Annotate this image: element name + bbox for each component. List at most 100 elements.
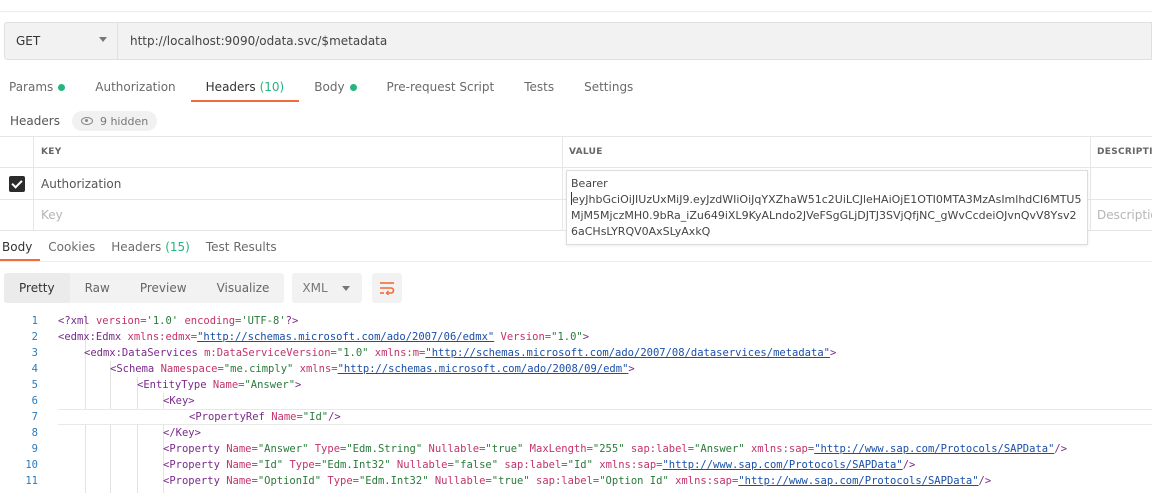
column-header-value: VALUE (563, 137, 1091, 167)
tab-label: Headers (205, 80, 256, 94)
headers-title: Headers (10, 114, 60, 128)
code-text: <edmx:DataServices m:DataServiceVersion=… (84, 347, 837, 359)
tab-params[interactable]: Params (0, 72, 80, 102)
hidden-count-label: 9 hidden (99, 114, 149, 128)
top-divider (0, 0, 1152, 12)
header-check-cell (0, 137, 34, 167)
row-enabled-checkbox[interactable] (8, 175, 25, 192)
mode-raw-button[interactable]: Raw (70, 273, 125, 303)
tab-label: Params (9, 80, 54, 94)
tab-label: Authorization (95, 80, 176, 94)
line-number: 5 (31, 379, 38, 391)
code-text: <Key> (163, 395, 195, 407)
mode-preview-button[interactable]: Preview (125, 273, 202, 303)
tab-label: Body (2, 240, 33, 254)
url-text: http://localhost:9090/odata.svc/$metadat… (130, 34, 388, 48)
code-text: <Property Name="Id" Type="Edm.Int32" Nul… (163, 459, 916, 471)
value-line-bearer: Bearer (571, 177, 608, 190)
status-dot-icon (349, 83, 357, 91)
row-check-cell (0, 168, 34, 199)
description-placeholder: Description (1097, 208, 1152, 222)
chevron-down-icon (342, 286, 351, 291)
hidden-headers-toggle[interactable]: 9 hidden (71, 111, 158, 131)
request-url-bar: GET http://localhost:9090/odata.svc/$met… (4, 22, 1152, 60)
code-line: 8 </Key> (0, 425, 1152, 441)
response-tabs: Body Cookies Headers (15) Test Results (0, 233, 285, 261)
chevron-down-icon (99, 37, 107, 42)
code-line: 3 <edmx:DataServices m:DataServiceVersio… (0, 345, 1152, 361)
code-line: 4 <Schema Namespace="me.cimply" xmlns="h… (0, 361, 1152, 377)
token-text: eyJhbGciOiJIUzUxMiJ9.eyJzdWIiOiJqYXZhaW5… (571, 193, 1082, 238)
line-number: 2 (31, 331, 38, 343)
new-description-input[interactable]: Description (1091, 200, 1152, 230)
response-tab-cookies[interactable]: Cookies (40, 233, 103, 261)
mode-pretty-button[interactable]: Pretty (4, 273, 70, 303)
tab-label: Settings (584, 80, 634, 94)
key-placeholder: Key (41, 208, 63, 222)
status-dot-icon (58, 83, 66, 91)
response-tab-test-results[interactable]: Test Results (198, 233, 285, 261)
tab-count-badge: (15) (165, 240, 190, 254)
method-label: GET (16, 34, 41, 48)
key-text: Authorization (41, 176, 122, 191)
column-header-description: DESCRIPTION (1097, 147, 1152, 157)
code-line: 9 <Property Name="Answer" Type="Edm.Stri… (0, 441, 1152, 457)
line-number: 9 (31, 443, 38, 455)
code-line: 11 <Property Name="OptionId" Type="Edm.I… (0, 473, 1152, 489)
response-code-viewer[interactable]: 1 <?xml version='1.0' encoding='UTF-8'?>… (0, 313, 1152, 493)
code-text: <?xml version='1.0' encoding='UTF-8'?> (58, 315, 299, 327)
response-toolbar: Pretty Raw Preview Visualize XML (4, 272, 403, 304)
code-line: 1 <?xml version='1.0' encoding='UTF-8'?> (0, 313, 1152, 329)
value-editor-popup[interactable]: Bearer eyJhbGciOiJIUzUxMiJ9.eyJzdWIiOiJq… (566, 170, 1088, 245)
tab-label: Test Results (205, 240, 277, 254)
method-select[interactable]: GET (4, 22, 118, 60)
tab-body[interactable]: Body (299, 72, 371, 102)
code-text: </Key> (163, 427, 201, 439)
code-line-current: 7 <PropertyRef Name="Id"/> (0, 409, 1152, 425)
line-number: 7 (31, 411, 38, 423)
line-number: 10 (25, 459, 38, 471)
response-divider (0, 261, 1152, 262)
code-line: 10 <Property Name="Id" Type="Edm.Int32" … (0, 457, 1152, 473)
key-cell[interactable]: Authorization (34, 168, 563, 199)
code-line: 6 <Key> (0, 393, 1152, 409)
code-text: <Property Name="Answer" Type="Edm.String… (163, 443, 1068, 455)
url-input[interactable]: http://localhost:9090/odata.svc/$metadat… (118, 22, 1152, 60)
line-number: 11 (25, 475, 38, 487)
tab-label: Tests (524, 80, 555, 94)
tab-pre-request-script[interactable]: Pre-request Script (372, 72, 510, 102)
tab-label: Pre-request Script (386, 80, 495, 94)
table-header-row: KEY VALUE DESCRIPTION (0, 136, 1152, 167)
new-key-input[interactable]: Key (34, 200, 563, 230)
tab-count-badge: (10) (259, 80, 285, 94)
column-header-key: KEY (34, 137, 563, 167)
eye-icon (80, 117, 93, 125)
line-number: 6 (31, 395, 38, 407)
mode-visualize-button[interactable]: Visualize (202, 273, 285, 303)
view-mode-segment: Pretty Raw Preview Visualize (4, 273, 285, 303)
code-text: <Schema Namespace="me.cimply" xmlns="htt… (110, 363, 635, 375)
description-cell[interactable] (1091, 168, 1152, 199)
tab-label: Headers (111, 240, 162, 254)
format-label: XML (302, 281, 328, 295)
code-text: <EntityType Name="Answer"> (137, 379, 302, 391)
tab-label: Body (314, 80, 345, 94)
tab-settings[interactable]: Settings (569, 72, 648, 102)
line-number: 1 (31, 315, 38, 327)
tab-authorization[interactable]: Authorization (80, 72, 190, 102)
response-tab-body[interactable]: Body (0, 233, 41, 261)
tab-tests[interactable]: Tests (509, 72, 569, 102)
tab-label: Cookies (48, 240, 96, 254)
line-number: 3 (31, 347, 38, 359)
wrap-lines-icon (380, 282, 395, 295)
tab-headers[interactable]: Headers (10) (190, 72, 300, 102)
code-text: <edmx:Edmx xmlns:edmx="http://schemas.mi… (58, 331, 590, 343)
row-check-cell (0, 200, 34, 230)
wrap-lines-button[interactable] (372, 273, 403, 303)
format-select[interactable]: XML (292, 273, 363, 303)
line-number: 8 (31, 427, 38, 439)
request-tabs: Params Authorization Headers (10) Body Pr… (0, 72, 648, 102)
headers-section-header: Headers 9 hidden (0, 108, 158, 134)
value-token-text: eyJhbGciOiJIUzUxMiJ9.eyJzdWIiOiJqYXZhaW5… (571, 192, 1083, 240)
response-tab-headers[interactable]: Headers (15) (103, 233, 198, 261)
